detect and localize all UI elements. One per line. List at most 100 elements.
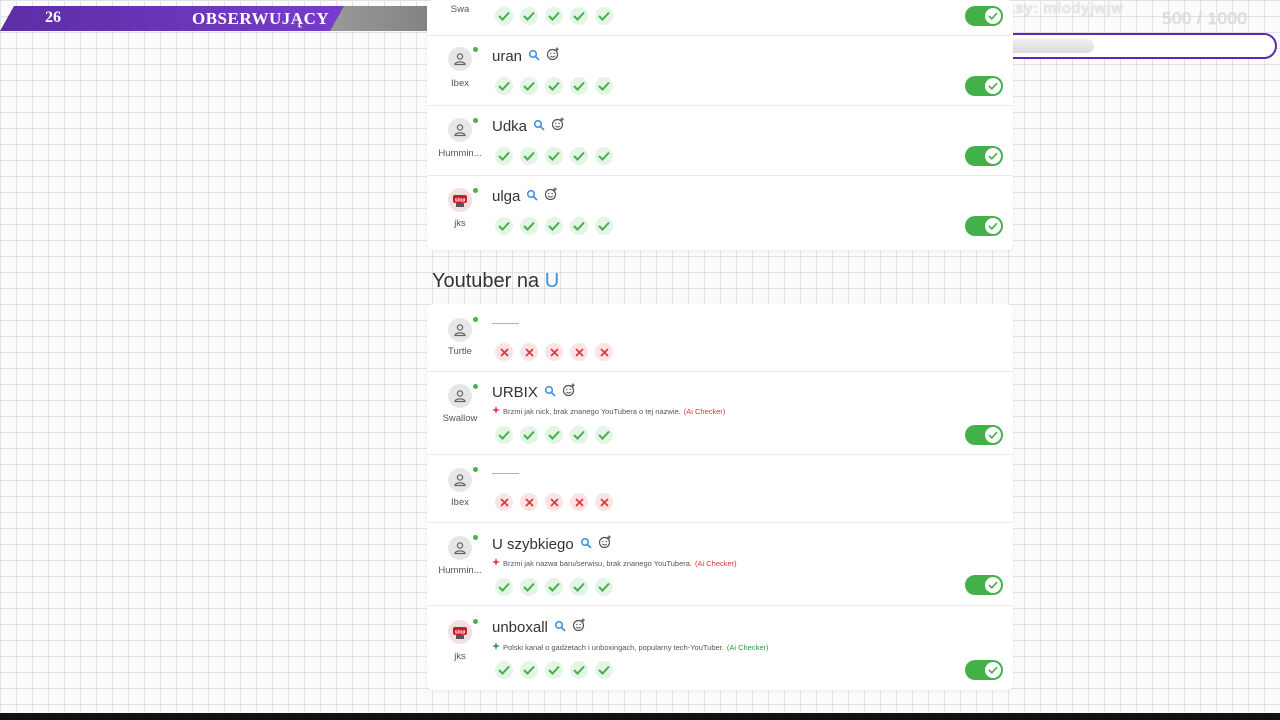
vote-approve-icon[interactable] [545, 147, 563, 165]
vote-approve-icon[interactable] [595, 661, 613, 679]
accept-toggle[interactable] [965, 76, 1003, 96]
search-icon[interactable] [580, 536, 592, 553]
player-name: Hummin... [438, 148, 482, 159]
accept-toggle[interactable] [965, 6, 1003, 26]
vote-reject-icon[interactable] [595, 493, 613, 511]
vote-approve-icon[interactable] [545, 426, 563, 444]
vote-list [495, 493, 613, 511]
vote-approve-icon[interactable] [520, 217, 538, 235]
vote-reject-icon[interactable] [570, 493, 588, 511]
sparkle-icon [492, 642, 500, 652]
empty-answer-line [492, 323, 519, 324]
avatar-label: Swa [450, 4, 470, 15]
answers-card-top: Swa Ibex uran Hummin... Udka stop jks ul… [427, 0, 1013, 250]
person-icon [448, 118, 472, 142]
ai-checker-note: Polski kanał o gadżetach i unboxingach, … [492, 642, 769, 652]
vote-approve-icon[interactable] [595, 426, 613, 444]
vote-approve-icon[interactable] [520, 77, 538, 95]
vote-reject-icon[interactable] [545, 493, 563, 511]
vote-list [495, 343, 613, 361]
vote-approve-icon[interactable] [495, 661, 513, 679]
accept-toggle[interactable] [965, 425, 1003, 445]
online-status-dot [473, 467, 478, 472]
vote-approve-icon[interactable] [545, 77, 563, 95]
player-name: Swallow [442, 413, 478, 424]
vote-approve-icon[interactable] [545, 661, 563, 679]
search-icon[interactable] [544, 384, 556, 401]
vote-approve-icon[interactable] [520, 147, 538, 165]
vote-approve-icon[interactable] [495, 77, 513, 95]
vote-approve-icon[interactable] [595, 7, 613, 25]
answer-row: Ibex [427, 455, 1013, 523]
emoji-add-icon[interactable] [562, 383, 576, 401]
player-name: Turtle [448, 346, 472, 357]
player-name: jks [454, 651, 466, 662]
search-icon[interactable] [533, 118, 545, 135]
answer-row: Swallow URBIX Brzmi jak nick, brak znane… [427, 372, 1013, 455]
emoji-add-icon[interactable] [551, 117, 565, 135]
svg-text:stop: stop [455, 630, 466, 636]
vote-reject-icon[interactable] [570, 343, 588, 361]
sparkle-icon [492, 406, 500, 416]
vote-approve-icon[interactable] [520, 661, 538, 679]
vote-approve-icon[interactable] [570, 661, 588, 679]
vote-approve-icon[interactable] [570, 426, 588, 444]
emoji-add-icon[interactable] [544, 187, 558, 205]
answer-row: Ibex uran [427, 36, 1013, 106]
followers-title: OBSERWUJĄCY [192, 9, 330, 28]
emoji-add-icon[interactable] [598, 535, 612, 553]
toggle-knob [985, 8, 1001, 24]
emoji-add-icon[interactable] [546, 47, 560, 65]
vote-approve-icon[interactable] [495, 147, 513, 165]
vote-approve-icon[interactable] [545, 7, 563, 25]
search-icon[interactable] [526, 188, 538, 205]
vote-approve-icon[interactable] [595, 578, 613, 596]
vote-list [495, 77, 613, 95]
online-status-dot [473, 188, 478, 193]
vote-approve-icon[interactable] [570, 77, 588, 95]
emoji-add-icon[interactable] [572, 618, 586, 636]
player-name: Ibex [451, 497, 469, 508]
vote-approve-icon[interactable] [520, 578, 538, 596]
ai-checker-text: Brzmi jak nazwa baru/serwisu, brak znane… [503, 558, 692, 568]
vote-reject-icon[interactable] [545, 343, 563, 361]
vote-approve-icon[interactable] [495, 426, 513, 444]
vote-approve-icon[interactable] [495, 217, 513, 235]
vote-approve-icon[interactable] [570, 578, 588, 596]
vote-reject-icon[interactable] [520, 493, 538, 511]
category-name: Youtuber na [432, 270, 540, 292]
vote-approve-icon[interactable] [595, 217, 613, 235]
search-icon[interactable] [528, 48, 540, 65]
vote-approve-icon[interactable] [570, 7, 588, 25]
accept-toggle[interactable] [965, 575, 1003, 595]
accept-toggle[interactable] [965, 216, 1003, 236]
answer-line: ulga [492, 187, 558, 205]
vote-approve-icon[interactable] [545, 217, 563, 235]
vote-reject-icon[interactable] [495, 493, 513, 511]
vote-approve-icon[interactable] [595, 147, 613, 165]
answer-text: U szybkiego [492, 535, 574, 553]
ai-checker-tag: (Ai Checker) [695, 558, 737, 568]
vote-reject-icon[interactable] [595, 343, 613, 361]
sparkle-icon [492, 558, 500, 568]
vote-approve-icon[interactable] [495, 578, 513, 596]
online-status-dot [473, 118, 478, 123]
vote-approve-icon[interactable] [520, 426, 538, 444]
accept-toggle[interactable] [965, 146, 1003, 166]
vote-approve-icon[interactable] [570, 217, 588, 235]
online-status-dot [473, 384, 478, 389]
vote-approve-icon[interactable] [495, 7, 513, 25]
vote-approve-icon[interactable] [520, 7, 538, 25]
person-icon [448, 468, 472, 492]
answer-row: Hummin... Udka [427, 106, 1013, 176]
vote-reject-icon[interactable] [495, 343, 513, 361]
accept-toggle[interactable] [965, 660, 1003, 680]
stop-sign-avatar: stop [448, 188, 472, 212]
vote-approve-icon[interactable] [570, 147, 588, 165]
answer-text: uran [492, 47, 523, 65]
vote-reject-icon[interactable] [520, 343, 538, 361]
vote-approve-icon[interactable] [545, 578, 563, 596]
vote-approve-icon[interactable] [595, 77, 613, 95]
answer-row: stop jks unboxall Polski kanał o gadżeta… [427, 606, 1013, 690]
search-icon[interactable] [554, 619, 566, 636]
